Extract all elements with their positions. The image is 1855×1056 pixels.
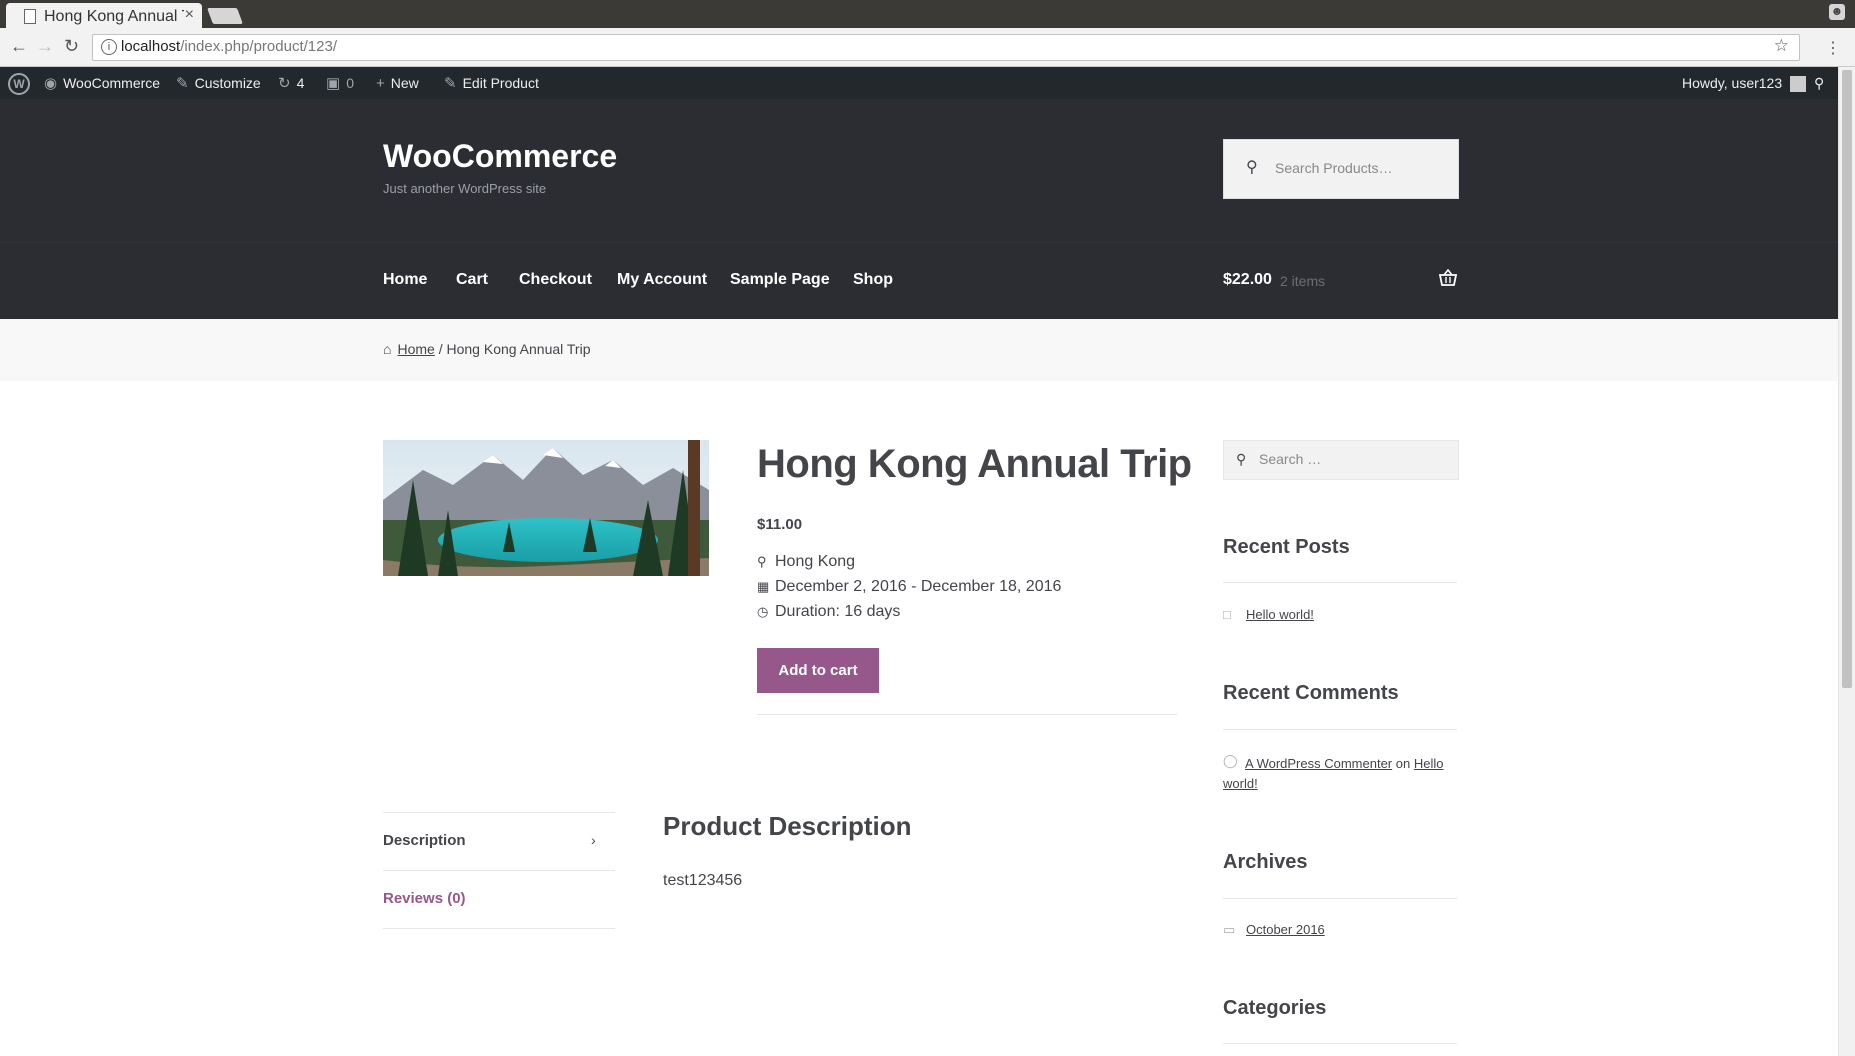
product-search-input[interactable]: ⚲ Search Products… — [1223, 139, 1459, 199]
search-icon: ⚲ — [1236, 451, 1247, 467]
product-location: ⚲ Hong Kong — [757, 553, 856, 570]
product-title: Hong Kong Annual Trip — [757, 442, 1192, 486]
nav-checkout[interactable]: Checkout — [519, 271, 592, 289]
brush-icon: ✎ — [176, 75, 189, 92]
product-price: $11.00 — [757, 516, 803, 533]
basket-icon[interactable] — [1438, 268, 1458, 291]
nav-shop[interactable]: Shop — [853, 271, 893, 289]
site-header — [0, 99, 1838, 242]
categories-title: Categories — [1223, 997, 1327, 1019]
description-text: test123456 — [663, 872, 743, 889]
divider — [1223, 582, 1457, 583]
comment-icon: ▣ — [326, 75, 341, 92]
browser-toolbar: ← → ↻ i localhost/index.php/product/123/… — [0, 28, 1855, 67]
admin-comments[interactable]: ▣ 0 — [326, 67, 354, 99]
site-description: Just another WordPress site — [383, 181, 547, 196]
nav-my-account[interactable]: My Account — [617, 271, 707, 289]
divider — [1223, 1043, 1457, 1044]
comment-post-link[interactable]: Hello — [1414, 756, 1444, 771]
calendar-icon: ▦ — [757, 579, 770, 594]
divider — [757, 714, 1177, 715]
chevron-right-icon: › — [591, 832, 596, 848]
add-to-cart-button[interactable]: Add to cart — [757, 648, 879, 693]
dashboard-icon: ◉ — [44, 75, 58, 92]
archives-title: Archives — [1223, 851, 1308, 873]
document-icon: □ — [1223, 607, 1231, 622]
updates-icon: ↻ — [278, 75, 291, 92]
comment-author-link[interactable]: A WordPress Commenter — [1245, 756, 1392, 771]
tab-description[interactable]: Description — [383, 832, 466, 849]
scrollbar-thumb[interactable] — [1842, 70, 1852, 688]
bookmark-star-icon[interactable]: ☆ — [1774, 36, 1789, 56]
reload-icon[interactable]: ↻ — [64, 36, 79, 57]
admin-search-icon[interactable]: ⚲ — [1814, 67, 1824, 99]
clock-icon: ◷ — [757, 604, 769, 619]
new-tab-button[interactable] — [207, 8, 243, 24]
browser-menu-icon[interactable]: ⋮ — [1825, 38, 1841, 58]
forward-icon[interactable]: → — [36, 36, 54, 57]
recent-comments-title: Recent Comments — [1223, 682, 1399, 704]
site-title[interactable]: WooCommerce — [383, 138, 617, 175]
browser-tab-bar — [0, 0, 1855, 28]
product-dates: ▦ December 2, 2016 - December 18, 2016 — [757, 578, 1062, 595]
info-icon[interactable]: i — [101, 39, 117, 55]
primary-navigation — [0, 242, 1838, 320]
avatar — [1790, 76, 1807, 93]
product-image[interactable] — [383, 440, 709, 576]
back-icon[interactable]: ← — [10, 36, 28, 57]
comment-on: on — [1395, 756, 1411, 771]
admin-new[interactable]: + New — [376, 67, 419, 99]
recent-post-link[interactable]: Hello world! — [1246, 607, 1314, 622]
plus-icon: + — [376, 75, 385, 92]
page-icon — [24, 9, 36, 24]
divider — [1223, 729, 1457, 730]
admin-edit-product[interactable]: ✎ Edit Product — [444, 67, 539, 99]
nav-cart[interactable]: Cart — [456, 271, 488, 289]
breadcrumb-home-link[interactable]: Home — [397, 341, 434, 357]
divider — [1223, 898, 1457, 899]
nav-sample-page[interactable]: Sample Page — [730, 271, 830, 289]
wp-admin-bar: W ◉ WooCommerce ✎ Customize ↻ 4 ▣ 0 + New ✎ Ed… — [0, 67, 1838, 99]
cart-total[interactable]: $22.00 — [1223, 271, 1272, 289]
nav-home[interactable]: Home — [383, 271, 427, 289]
search-icon: ⚲ — [1246, 159, 1258, 176]
admin-howdy[interactable]: Howdy, user123 — [1682, 67, 1807, 99]
divider — [383, 870, 615, 871]
admin-updates[interactable]: ↻ 4 — [278, 67, 304, 99]
close-tab-icon[interactable]: × — [185, 6, 194, 24]
home-icon: ⌂ — [383, 341, 392, 357]
breadcrumb-separator: / — [438, 341, 443, 357]
map-marker-icon: ⚲ — [757, 554, 767, 569]
cart-count[interactable]: 2 items — [1280, 273, 1325, 289]
breadcrumb: ⌂ Home / Hong Kong Annual Trip — [383, 341, 591, 357]
archive-link[interactable]: October 2016 — [1246, 922, 1325, 937]
sidebar-search-placeholder: Search … — [1259, 451, 1322, 467]
breadcrumb-current: Hong Kong Annual Trip — [446, 341, 591, 357]
breadcrumb-bar — [0, 319, 1838, 381]
tab-reviews[interactable]: Reviews (0) — [383, 890, 466, 907]
product-duration: ◷ Duration: 16 days — [757, 603, 901, 620]
address-bar[interactable]: i localhost/index.php/product/123/ ☆ — [92, 34, 1800, 61]
admin-customize[interactable]: ✎ Customize — [176, 67, 261, 99]
pencil-icon: ✎ — [444, 75, 457, 92]
folder-icon: ▭ — [1223, 922, 1236, 937]
profile-icon[interactable]: ☻ — [1829, 4, 1845, 20]
wordpress-logo-icon[interactable]: W — [8, 67, 30, 99]
search-placeholder: Search Products… — [1275, 160, 1393, 176]
recent-comment: A WordPress Commenter on Hello — [1245, 753, 1460, 775]
comment-icon: ◯ — [1223, 753, 1238, 768]
recent-posts-title: Recent Posts — [1223, 536, 1350, 558]
description-heading: Product Description — [663, 811, 912, 841]
url-text: localhost/index.php/product/123/ — [121, 38, 337, 55]
divider — [383, 812, 615, 813]
divider — [383, 928, 615, 929]
sidebar-search-input[interactable]: ⚲ Search … — [1223, 440, 1459, 480]
browser-tab[interactable]: Hong Kong Annual Trip × — [6, 3, 202, 29]
comment-post-link-cont[interactable]: world! — [1223, 776, 1258, 791]
browser-tab-title: Hong Kong Annual Trip — [44, 8, 184, 25]
admin-site-name[interactable]: ◉ WooCommerce — [44, 67, 160, 99]
